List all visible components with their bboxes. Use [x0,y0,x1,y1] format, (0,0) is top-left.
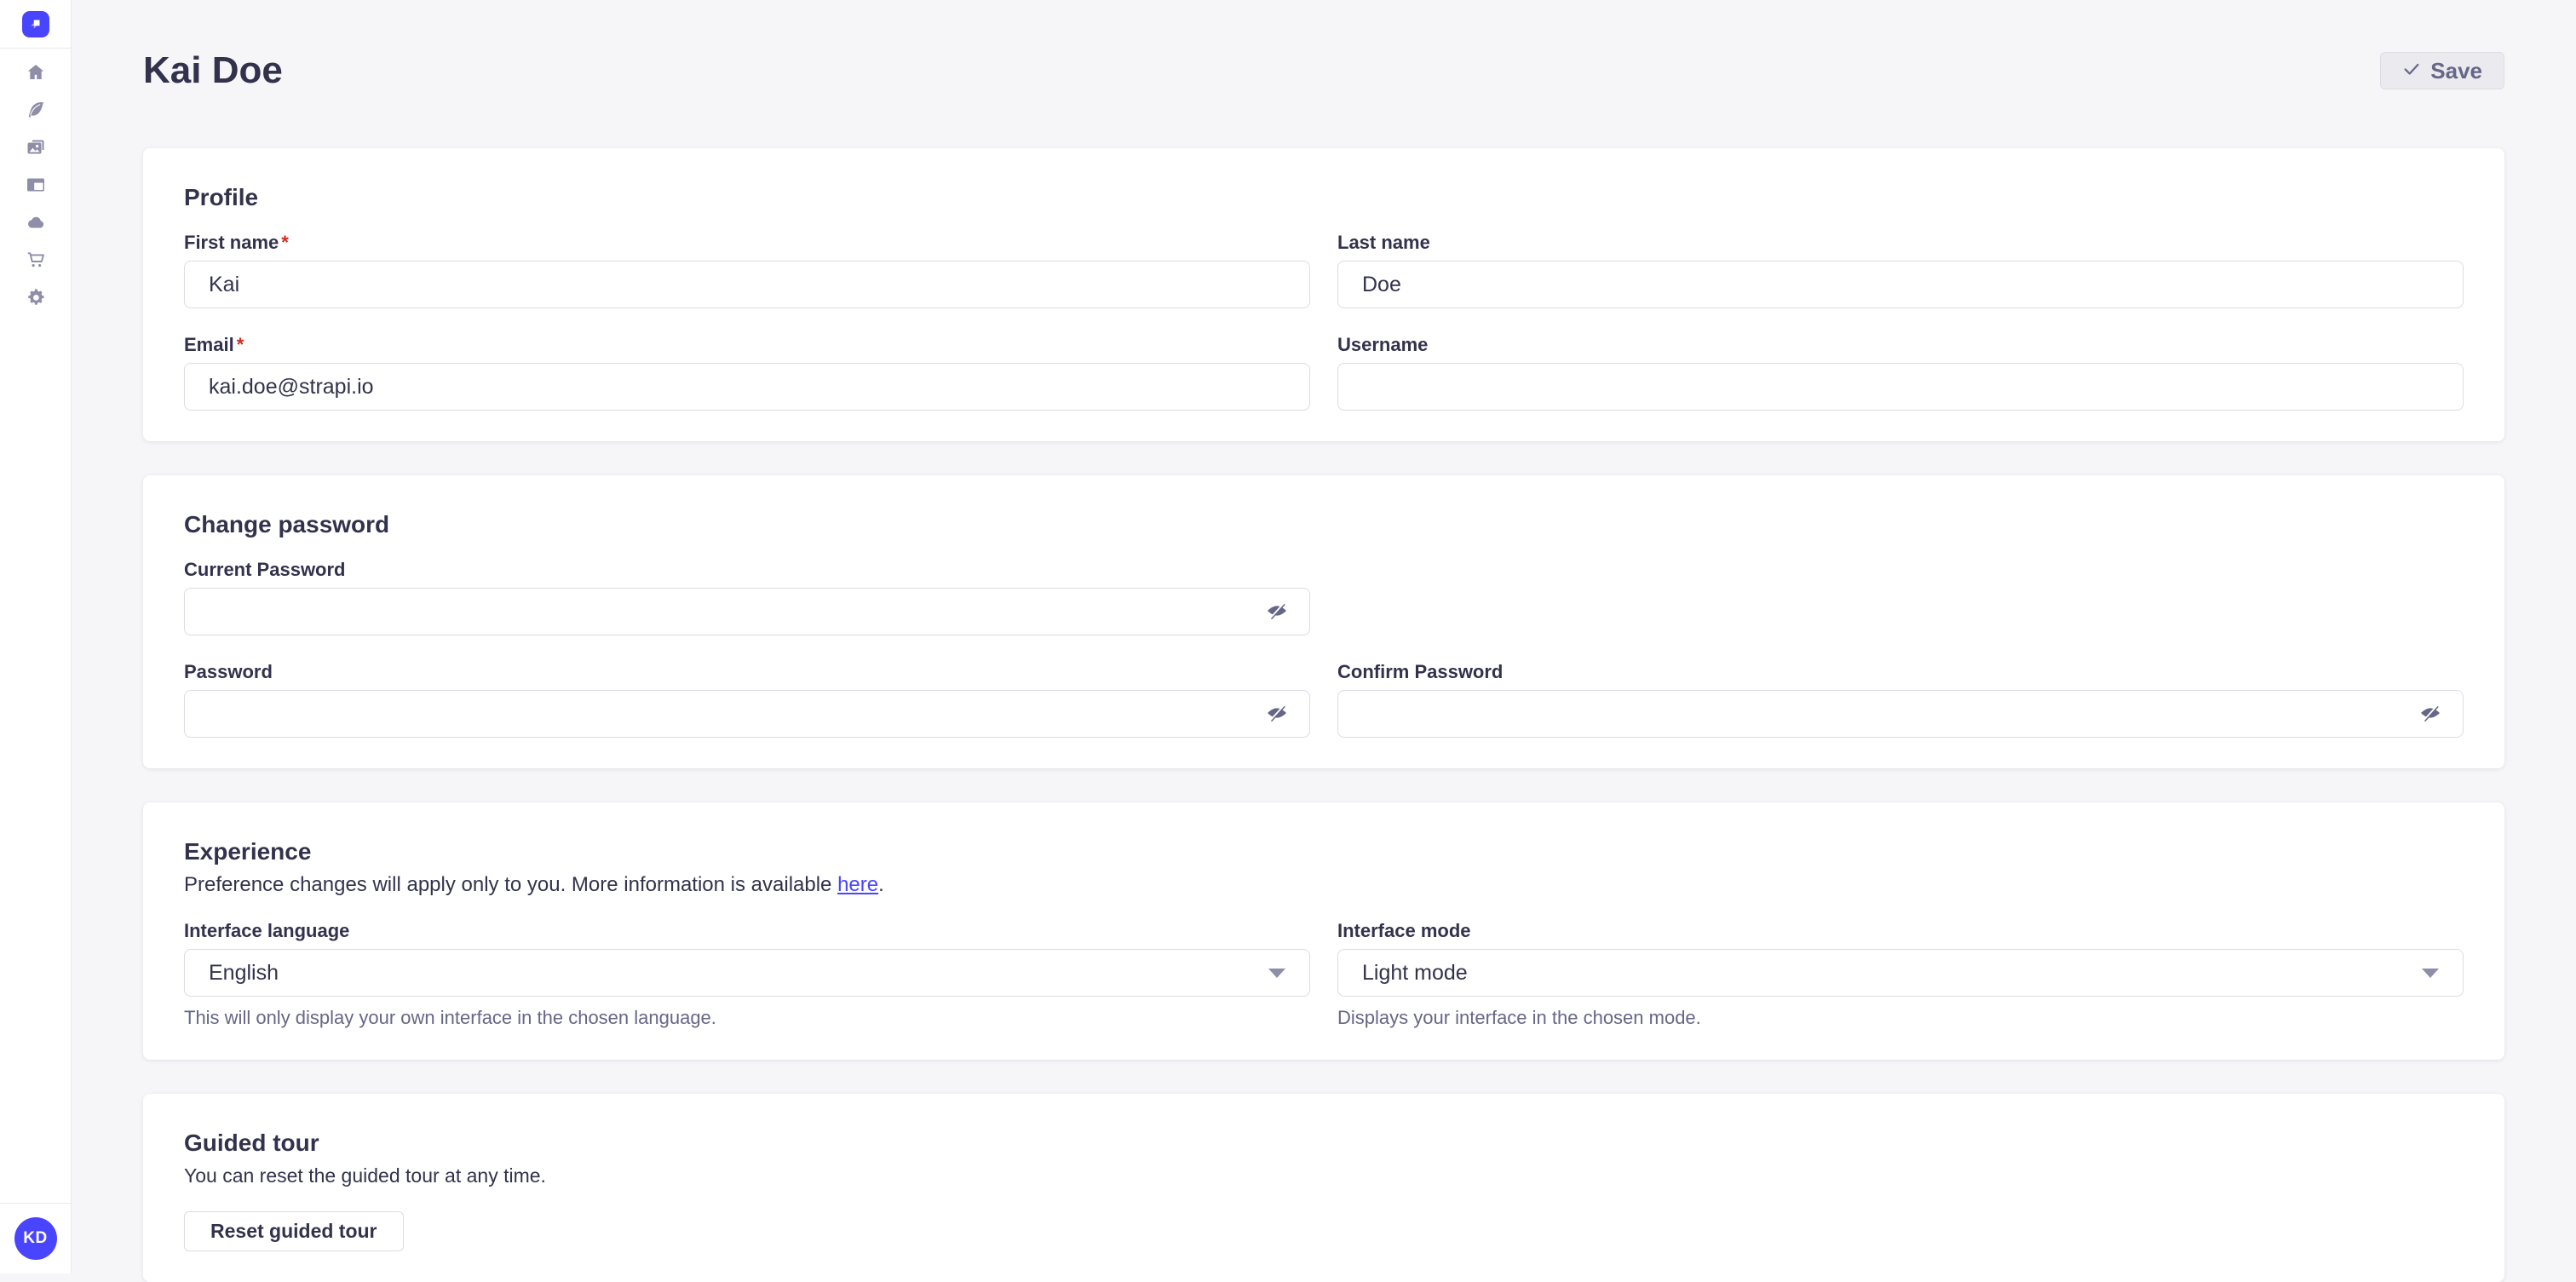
sidebar-item-content-manager[interactable] [22,96,49,124]
guided-tour-card: Guided tour You can reset the guided tou… [143,1094,2504,1282]
confirm-password-field-group: Confirm Password [1337,661,2464,738]
toggle-password-visibility-button[interactable] [1262,699,1291,728]
last-name-label: Last name [1337,232,2464,254]
sidebar-footer: KD [0,1203,71,1273]
guided-tour-description: You can reset the guided tour at any tim… [184,1164,2464,1187]
chevron-down-icon [1268,969,1285,978]
page-title: Kai Doe [143,48,283,94]
confirm-password-input[interactable] [1337,690,2464,738]
interface-mode-value: Light mode [1362,961,1468,986]
email-input[interactable] [184,363,1310,411]
cart-icon [26,250,46,270]
avatar[interactable]: KD [14,1217,57,1260]
interface-mode-hint: Displays your interface in the chosen mo… [1337,1007,2464,1029]
save-button[interactable]: Save [2380,52,2504,89]
experience-heading: Experience [184,836,2464,867]
reset-guided-tour-button[interactable]: Reset guided tour [184,1211,404,1251]
main-content: Kai Doe Save Profile First name* [72,0,2576,1273]
chevron-down-icon [2422,969,2439,978]
change-password-card: Change password Current Password [143,475,2504,768]
interface-language-value: English [209,961,279,986]
images-icon [26,137,46,158]
feather-icon [26,100,46,120]
page-header: Kai Doe Save [143,0,2504,94]
interface-language-label: Interface language [184,920,1310,942]
eye-off-icon [2419,702,2441,727]
email-label: Email* [184,334,1310,356]
last-name-field-group: Last name [1337,232,2464,308]
password-label: Password [184,661,1310,683]
sidebar-item-home[interactable] [22,59,49,86]
required-marker: * [281,232,289,254]
sidebar-item-content-type-builder[interactable] [22,171,49,198]
more-information-link[interactable]: here [837,873,878,896]
sidebar-item-media-library[interactable] [22,134,49,161]
email-field-group: Email* [184,334,1310,411]
current-password-field-group: Current Password [184,559,1310,635]
password-field-group: Password [184,661,1310,738]
experience-description: Preference changes will apply only to yo… [184,872,2464,898]
confirm-password-label: Confirm Password [1337,661,2464,683]
password-input[interactable] [184,690,1310,738]
cloud-icon [26,212,46,233]
strapi-logo-icon [22,11,49,37]
first-name-input[interactable] [184,261,1310,308]
sidebar: KD [0,0,72,1273]
username-field-group: Username [1337,334,2464,411]
current-password-input[interactable] [184,588,1310,635]
interface-mode-label: Interface mode [1337,920,2464,942]
current-password-label: Current Password [184,559,1310,581]
profile-grid: First name* Last name Email* [184,232,2464,411]
eye-off-icon [1266,702,1288,727]
first-name-label: First name* [184,232,1310,254]
toggle-current-password-visibility-button[interactable] [1262,597,1291,626]
eye-off-icon [1266,600,1288,624]
required-marker: * [237,334,244,356]
sidebar-nav [22,49,49,311]
sidebar-item-cloud[interactable] [22,209,49,236]
username-label: Username [1337,334,2464,356]
interface-language-field-group: Interface language English This will onl… [184,920,1310,1029]
change-password-heading: Change password [184,509,2464,540]
profile-card: Profile First name* Last name Email [143,148,2504,441]
check-icon [2402,58,2421,84]
username-input[interactable] [1337,363,2464,411]
home-icon [26,62,46,83]
change-password-grid: Current Password [184,559,2464,738]
sidebar-item-marketplace[interactable] [22,246,49,273]
interface-mode-select[interactable]: Light mode [1337,949,2464,997]
profile-heading: Profile [184,182,2464,213]
first-name-field-group: First name* [184,232,1310,308]
toggle-confirm-password-visibility-button[interactable] [2416,699,2445,728]
interface-language-hint: This will only display your own interfac… [184,1007,1310,1029]
spacer-cell [1337,559,2464,635]
gear-icon [26,287,46,308]
guided-tour-heading: Guided tour [184,1128,2464,1158]
interface-language-select[interactable]: English [184,949,1310,997]
interface-mode-field-group: Interface mode Light mode Displays your … [1337,920,2464,1029]
experience-card: Experience Preference changes will apply… [143,802,2504,1060]
experience-grid: Interface language English This will onl… [184,920,2464,1029]
save-button-label: Save [2430,58,2482,84]
sidebar-item-settings[interactable] [22,284,49,311]
strapi-admin-app: KD Kai Doe Save Profile First name* [0,0,2576,1273]
layout-icon [26,175,46,195]
strapi-logo-link[interactable] [0,0,71,49]
last-name-input[interactable] [1337,261,2464,308]
